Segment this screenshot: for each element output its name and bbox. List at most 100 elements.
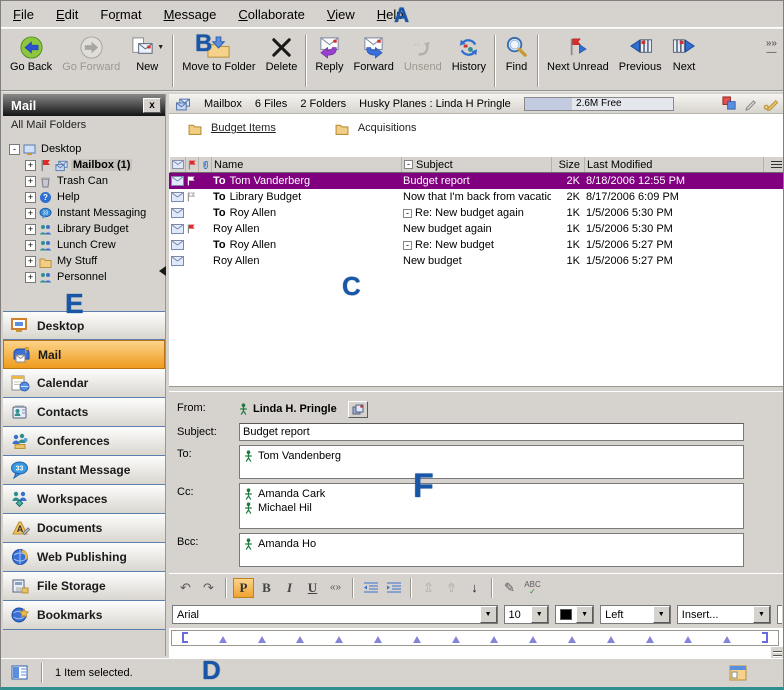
chevron-down-icon[interactable]: ▼ (753, 606, 770, 623)
right-margin-marker[interactable] (762, 632, 768, 643)
next-unread-button[interactable]: Next Unread (542, 33, 614, 73)
expand-expander-icon[interactable]: + (25, 160, 36, 171)
sidebar-item-conferences[interactable]: Conferences (3, 427, 165, 456)
spell-check-button[interactable]: ABC✓ (522, 578, 543, 598)
indent-button[interactable] (383, 578, 404, 598)
sidebar-item-calendar[interactable]: Calendar (3, 369, 165, 398)
font-size-select[interactable]: 10▼ (504, 605, 549, 624)
reply-button[interactable]: Reply (310, 33, 348, 73)
sidebar-item-file-storage[interactable]: File Storage (3, 572, 165, 601)
tree-item-trash[interactable]: + Trash Can (9, 173, 165, 189)
insert-select[interactable]: Insert...▼ (677, 605, 771, 624)
menu-message[interactable]: Message (164, 7, 217, 22)
underline-button[interactable]: U (302, 578, 323, 598)
chevron-down-icon[interactable]: ▼ (531, 606, 548, 623)
menu-file[interactable]: File (13, 7, 34, 22)
tab-acquisitions[interactable]: Acquisitions (334, 121, 417, 135)
switch-view-icon[interactable] (722, 96, 737, 111)
message-row[interactable]: ToTom Vanderberg Budget report 2K 8/18/2… (169, 173, 784, 189)
message-row[interactable]: Roy Allen New budget 1K 1/5/2006 5:27 PM (169, 253, 784, 269)
layout-panel-icon[interactable] (11, 665, 29, 681)
menu-view[interactable]: View (327, 7, 355, 22)
chevron-down-icon[interactable]: ▼ (653, 606, 670, 623)
all-mail-folders-label[interactable]: All Mail Folders (3, 116, 165, 134)
bcc-recipients-box[interactable]: Amanda Ho (239, 533, 744, 567)
expand-expander-icon[interactable]: + (25, 224, 36, 235)
tree-item-desktop[interactable]: - Desktop (9, 141, 165, 157)
sidebar-item-mail[interactable]: Mail (3, 340, 165, 369)
sidebar-item-documents[interactable]: A Documents (3, 514, 165, 543)
delete-button[interactable]: Delete (261, 33, 303, 73)
message-row[interactable]: Roy Allen New budget again 1K 1/5/2006 5… (169, 221, 784, 237)
chevron-down-icon[interactable]: ▼ (576, 606, 593, 623)
panel-toggle-icon[interactable] (729, 665, 747, 681)
tree-item-help[interactable]: + ? Help (9, 189, 165, 205)
move-to-folder-button[interactable]: Move to Folder (177, 33, 260, 73)
paragraph-button[interactable]: P (233, 578, 254, 598)
sidebar-item-workspaces[interactable]: Workspaces (3, 485, 165, 514)
collapse-all-icon[interactable]: - (404, 160, 413, 169)
font-family-select[interactable]: Arial▼ (172, 605, 498, 624)
cc-recipients-box[interactable]: Amanda Cark Michael Hil (239, 483, 744, 529)
new-dropdown-arrow[interactable]: ▼ (157, 44, 164, 51)
column-size[interactable]: Size (552, 157, 585, 172)
menu-edit[interactable]: Edit (56, 7, 78, 22)
list-options-icon[interactable] (764, 157, 784, 172)
signature-button[interactable]: ✎ (499, 578, 520, 598)
subject-input[interactable] (239, 423, 744, 441)
tree-item-personnel[interactable]: + Personnel (9, 269, 165, 285)
tab-budget-items[interactable]: Budget Items (187, 121, 276, 135)
left-margin-marker[interactable] (182, 632, 188, 643)
find-button[interactable]: Find (499, 33, 534, 73)
thread-collapse-icon[interactable]: - (403, 241, 412, 250)
tree-item-mailbox[interactable]: + Mailbox (1) (9, 157, 165, 173)
expand-expander-icon[interactable]: + (25, 192, 36, 203)
column-last-modified[interactable]: Last Modified (585, 157, 764, 172)
font-color-select[interactable]: ▼ (555, 605, 594, 624)
address-selector-button[interactable] (348, 401, 368, 418)
sidebar-item-web-publishing[interactable]: Web Publishing (3, 543, 165, 572)
undo-button[interactable]: ↶ (175, 578, 196, 598)
expand-expander-icon[interactable]: + (25, 256, 36, 267)
flag-column-icon[interactable] (186, 157, 199, 172)
redo-button[interactable]: ↷ (198, 578, 219, 598)
item-type-column-icon[interactable] (170, 157, 186, 172)
new-button[interactable]: ▼ New (125, 33, 169, 73)
sidebar-item-contacts[interactable]: Contacts (3, 398, 165, 427)
expand-expander-icon[interactable]: + (25, 272, 36, 283)
message-row[interactable]: ToLibrary Budget Now that I'm back from … (169, 189, 784, 205)
message-row[interactable]: ToRoy Allen -Re: New budget again 1K 1/5… (169, 205, 784, 221)
alignment-select[interactable]: Left▼ (600, 605, 671, 624)
column-name[interactable]: Name (212, 157, 402, 172)
panel-collapse-arrow[interactable] (159, 266, 166, 276)
format-select[interactable]: Format... (777, 605, 782, 624)
special-characters-button[interactable]: «» (325, 578, 346, 598)
tree-item-library-budget[interactable]: + Library Budget (9, 221, 165, 237)
expand-expander-icon[interactable]: + (25, 208, 36, 219)
previous-button[interactable]: Previous (614, 33, 667, 73)
chevron-down-icon[interactable]: ▼ (480, 606, 497, 623)
expand-expander-icon[interactable]: + (25, 240, 36, 251)
tree-item-lunch-crew[interactable]: + Lunch Crew (9, 237, 165, 253)
italic-button[interactable]: I (279, 578, 300, 598)
expand-expander-icon[interactable]: + (25, 176, 36, 187)
bold-button[interactable]: B (256, 578, 277, 598)
forward-button[interactable]: Forward (349, 33, 399, 73)
outdent-button[interactable] (360, 578, 381, 598)
history-button[interactable]: History (447, 33, 491, 73)
thread-collapse-icon[interactable]: - (403, 209, 412, 218)
sidebar-item-bookmarks[interactable]: Bookmarks (3, 601, 165, 630)
menu-collaborate[interactable]: Collaborate (238, 7, 305, 22)
insert-arrow-button[interactable]: ↓ (464, 578, 485, 598)
attachment-column-icon[interactable] (199, 157, 212, 172)
column-subject[interactable]: -Subject (402, 157, 552, 172)
message-body-area[interactable] (169, 647, 784, 658)
sidebar-item-instant-message[interactable]: 33 Instant Message (3, 456, 165, 485)
edit-pencil-icon[interactable] (743, 96, 757, 111)
tree-item-my-stuff[interactable]: + My Stuff (9, 253, 165, 269)
close-panel-button[interactable]: x (143, 98, 161, 113)
signature-pencil-icon[interactable] (763, 96, 779, 111)
collapse-expander-icon[interactable]: - (9, 144, 20, 155)
tree-item-instant-messaging[interactable]: + 33 Instant Messaging (9, 205, 165, 221)
to-recipients-box[interactable]: Tom Vandenberg (239, 445, 744, 479)
